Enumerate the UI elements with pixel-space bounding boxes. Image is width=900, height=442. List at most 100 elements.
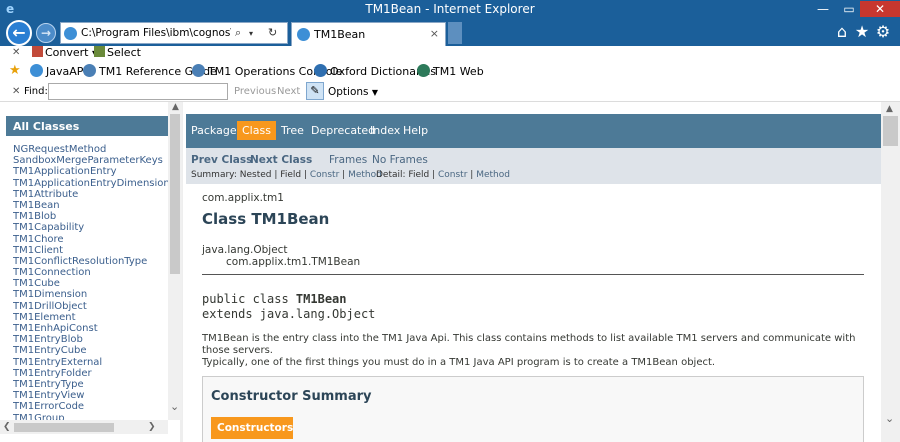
detail-constr-link[interactable]: Constr: [438, 170, 467, 180]
divider: [202, 274, 864, 275]
package-name: com.applix.tm1: [202, 192, 284, 204]
inheritance-parent: java.lang.Object: [202, 244, 288, 256]
favorite-icon: [30, 64, 43, 77]
right-vertical-scrollbar[interactable]: [881, 102, 900, 442]
close-command-bar-icon[interactable]: ✕: [12, 47, 20, 58]
search-icon[interactable]: ⌕: [235, 26, 241, 40]
nav-deprecated[interactable]: Deprecated: [311, 124, 375, 137]
class-link[interactable]: TM1ApplicationEntry: [13, 166, 168, 177]
class-link[interactable]: TM1EntryType: [13, 379, 168, 390]
nav-package[interactable]: Package: [191, 124, 237, 137]
all-classes-heading: All Classes: [6, 116, 168, 136]
class-link[interactable]: TM1Cube: [13, 278, 168, 289]
title-bar: e TM1Bean - Internet Explorer — ▭ ✕: [0, 0, 900, 18]
tab-close-icon[interactable]: ×: [430, 27, 439, 40]
scroll-up-arrow-icon[interactable]: ▲: [886, 104, 893, 114]
class-link[interactable]: TM1Capability: [13, 222, 168, 233]
find-input[interactable]: [48, 83, 228, 100]
left-horizontal-scroll-thumb[interactable]: [14, 423, 114, 432]
inheritance-child: com.applix.tm1.TM1Bean: [226, 256, 361, 268]
select-button[interactable]: Select: [94, 46, 141, 59]
class-declaration: public class TM1Bean: [202, 292, 347, 306]
close-find-bar-icon[interactable]: ✕: [12, 86, 20, 97]
class-link[interactable]: TM1Bean: [13, 200, 168, 211]
nav-tree[interactable]: Tree: [281, 124, 304, 137]
nav-index[interactable]: Index: [370, 124, 400, 137]
new-tab-button[interactable]: [448, 22, 462, 44]
favorites-star-icon[interactable]: ★: [9, 63, 21, 78]
convert-button[interactable]: Convert ▼: [32, 46, 98, 59]
class-extends: extends java.lang.Object: [202, 307, 376, 321]
class-link[interactable]: TM1EnhApiConst: [13, 323, 168, 334]
favorite-icon: [192, 64, 205, 77]
highlight-pencil-icon[interactable]: ✎: [306, 82, 324, 100]
summary-constr-link[interactable]: Constr: [310, 170, 339, 180]
constructor-summary-box: Constructor Summary Constructors: [202, 376, 864, 442]
class-link[interactable]: TM1Attribute: [13, 189, 168, 200]
convert-icon: [32, 46, 43, 57]
class-link[interactable]: SandboxMergeParameterKeys: [13, 155, 168, 166]
find-previous-button[interactable]: Previous: [234, 86, 276, 97]
class-link[interactable]: TM1EntryView: [13, 390, 168, 401]
scroll-down-arrow-icon[interactable]: ⌄: [170, 400, 179, 413]
find-label: Find:: [24, 86, 48, 97]
class-link[interactable]: TM1Dimension: [13, 289, 168, 300]
frames-link[interactable]: Frames: [329, 154, 367, 166]
class-list: NGRequestMethod SandboxMergeParameterKeys…: [13, 144, 168, 424]
class-link[interactable]: TM1EntryFolder: [13, 368, 168, 379]
class-link[interactable]: TM1Connection: [13, 267, 168, 278]
class-link[interactable]: TM1DrillObject: [13, 301, 168, 312]
address-bar[interactable]: C:\Program Files\ibm\cognos\tm1_64\1 ⌕ ▾…: [60, 22, 288, 44]
class-link[interactable]: TM1Chore: [13, 234, 168, 245]
favorite-javaapi[interactable]: JavaAPI: [30, 64, 87, 78]
gear-icon[interactable]: ⚙: [873, 22, 893, 41]
class-link[interactable]: TM1Blob: [13, 211, 168, 222]
back-button[interactable]: ←: [6, 20, 32, 46]
next-class-link[interactable]: Next Class: [250, 154, 312, 166]
find-options-button[interactable]: Options ▼: [328, 86, 378, 98]
class-link[interactable]: TM1Client: [13, 245, 168, 256]
minimize-button[interactable]: —: [812, 1, 834, 17]
star-icon[interactable]: ★: [852, 22, 872, 41]
left-vertical-scroll-thumb[interactable]: [170, 114, 180, 274]
forward-button[interactable]: →: [36, 23, 56, 43]
constructor-summary-heading: Constructor Summary: [211, 389, 372, 404]
scroll-left-arrow-icon[interactable]: ❮: [3, 422, 11, 432]
favorites-bar: ★ JavaAPI TM1 Reference Guide TM1 Operat…: [0, 60, 900, 82]
refresh-icon[interactable]: ↻: [268, 26, 277, 39]
home-icon[interactable]: ⌂: [832, 22, 852, 41]
class-link[interactable]: TM1ErrorCode: [13, 401, 168, 412]
scroll-right-arrow-icon[interactable]: ❯: [148, 422, 156, 432]
sub-navigation: Prev Class Next Class Frames No Frames S…: [186, 148, 881, 184]
maximize-button[interactable]: ▭: [838, 1, 860, 17]
detail-links: Detail: Field | Constr | Method: [376, 170, 510, 180]
class-link[interactable]: NGRequestMethod: [13, 144, 168, 155]
nav-help[interactable]: Help: [403, 124, 428, 137]
browser-tab[interactable]: TM1Bean ×: [291, 22, 446, 46]
close-window-button[interactable]: ✕: [860, 1, 900, 17]
favorite-tm1-web[interactable]: TM1 Web: [417, 64, 484, 78]
class-link[interactable]: TM1ConflictResolutionType: [13, 256, 168, 267]
prev-class-link[interactable]: Prev Class: [191, 154, 252, 166]
class-link[interactable]: TM1ApplicationEntryDimensionProp: [13, 178, 168, 189]
scroll-up-arrow-icon[interactable]: ▲: [172, 102, 179, 112]
class-link[interactable]: TM1EntryExternal: [13, 357, 168, 368]
find-next-button[interactable]: Next: [277, 86, 300, 97]
address-url[interactable]: C:\Program Files\ibm\cognos\tm1_64\1: [81, 27, 231, 39]
tab-favicon: [297, 28, 310, 41]
constructors-tab[interactable]: Constructors: [211, 417, 293, 439]
favorite-icon: [417, 64, 430, 77]
class-document-frame: Package Class Tree Deprecated Index Help…: [186, 102, 900, 442]
class-link[interactable]: TM1Element: [13, 312, 168, 323]
class-link[interactable]: TM1EntryCube: [13, 345, 168, 356]
dropdown-arrow-icon[interactable]: ▾: [249, 29, 253, 38]
back-arrow-icon: ←: [12, 23, 26, 42]
right-vertical-scroll-thumb[interactable]: [883, 116, 898, 146]
detail-method-link[interactable]: Method: [476, 170, 510, 180]
nav-class[interactable]: Class: [237, 121, 276, 140]
no-frames-link[interactable]: No Frames: [372, 154, 428, 166]
class-description: TM1Bean is the entry class into the TM1 …: [202, 333, 856, 368]
class-link[interactable]: TM1EntryBlob: [13, 334, 168, 345]
scroll-down-arrow-icon[interactable]: ⌄: [885, 412, 894, 425]
all-classes-frame: All Classes NGRequestMethod SandboxMergeP…: [0, 102, 183, 442]
